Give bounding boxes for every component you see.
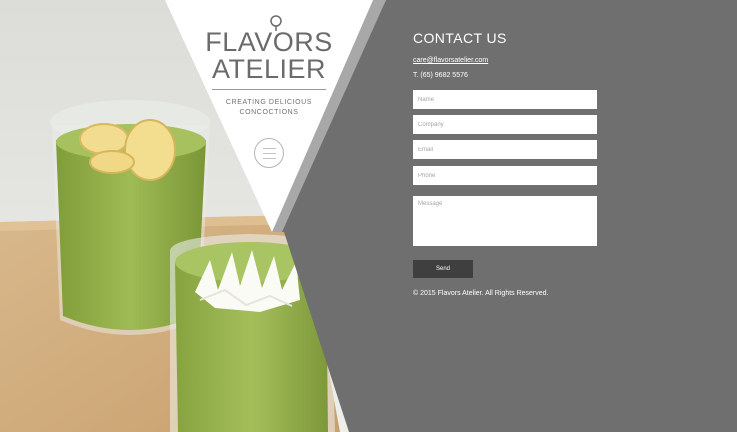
tagline-line1: CREATING DELICIOUS — [225, 99, 313, 106]
phone-field[interactable] — [413, 166, 597, 185]
email-field[interactable] — [413, 140, 597, 159]
logo-divider — [212, 89, 326, 90]
tagline-line2: CONCOCTIONS — [239, 109, 299, 116]
logo-line1: FLAVORS — [205, 27, 333, 57]
phone-number: T. (65) 9682 5576 — [413, 72, 468, 79]
company-field[interactable] — [413, 115, 597, 134]
message-field[interactable] — [413, 196, 597, 246]
contact-title: CONTACT US — [413, 30, 507, 46]
send-button[interactable]: Send — [413, 260, 473, 278]
email-link[interactable]: care@flavorsatelier.com — [413, 57, 488, 64]
lollipop-icon — [270, 15, 282, 31]
name-field[interactable] — [413, 90, 597, 109]
copyright-text: © 2015 Flavors Atelier. All Rights Reser… — [413, 290, 549, 297]
logo-line2: ATELIER — [211, 54, 327, 84]
page: FLAVORS ATELIER CREATING DELICIOUS CONCO… — [0, 0, 737, 432]
contact-info: CONTACT US care@flavorsatelier.com T. (6… — [413, 30, 613, 79]
logo-triangle: FLAVORS ATELIER CREATING DELICIOUS CONCO… — [165, 0, 373, 232]
lines-badge-icon — [254, 138, 284, 168]
